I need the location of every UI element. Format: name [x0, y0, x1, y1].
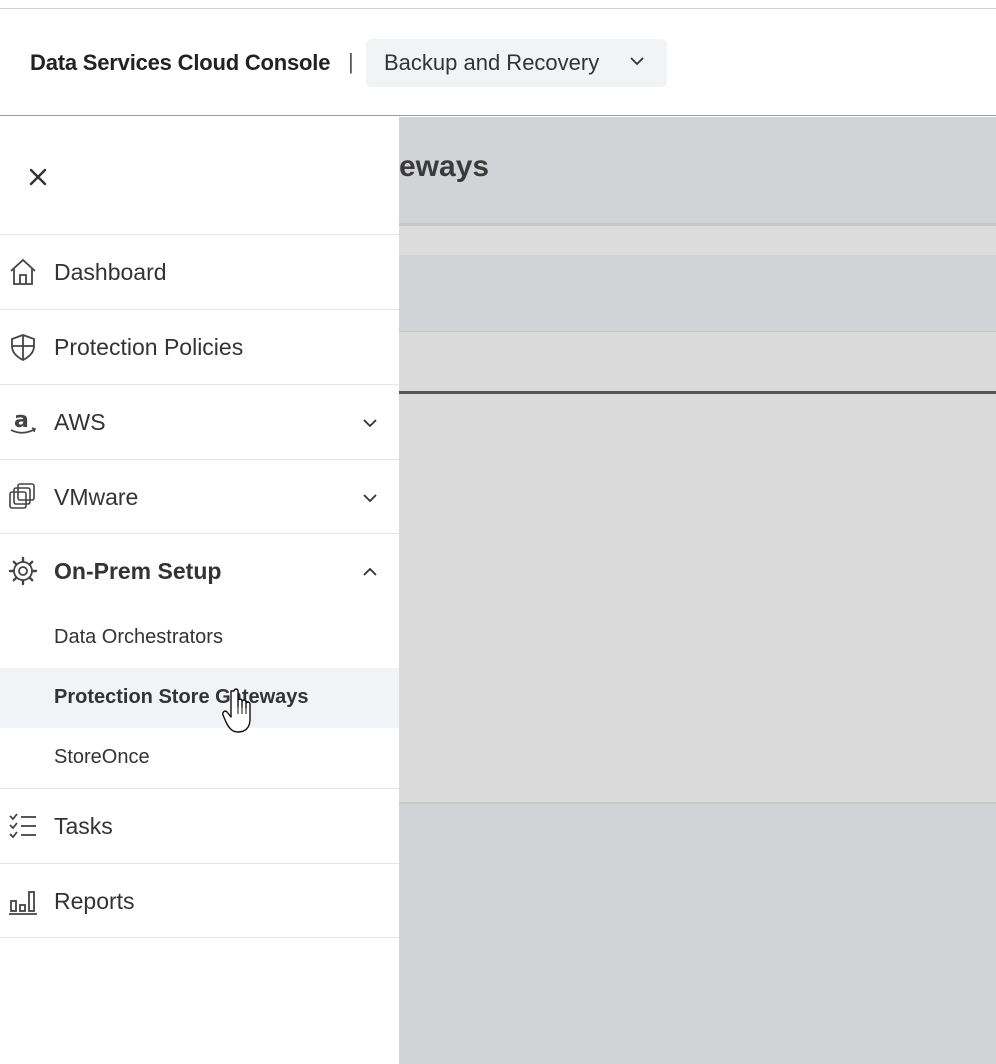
sidebar-item-label: VMware [54, 484, 139, 510]
tasks-icon [9, 813, 36, 839]
sidebar-item-dashboard[interactable]: Dashboard [0, 234, 399, 309]
sidebar-item-label: Tasks [54, 813, 113, 839]
sidebar-item-on-prem-setup[interactable]: On-Prem Setup [0, 533, 399, 608]
sidebar-item-protection-policies[interactable]: Protection Policies [0, 309, 399, 384]
sidebar-item-label: Protection Policies [54, 334, 244, 360]
reports-icon [9, 891, 37, 915]
sidebar-item-reports[interactable]: Reports [0, 863, 399, 937]
sidebar-item-label: Dashboard [54, 259, 167, 285]
chevron-up-icon [363, 567, 377, 576]
sidebar-item-label: On-Prem Setup [54, 558, 222, 584]
page-title: eways [399, 150, 490, 183]
home-icon [10, 258, 36, 285]
sidebar-subitem-label: Data Orchestrators [54, 626, 223, 648]
page-band [399, 226, 996, 255]
chevron-down-icon [630, 57, 644, 66]
sidebar-subitem-protection-store-gateways[interactable]: Protection Store Gateways [0, 668, 399, 728]
brand-title[interactable]: Data Services Cloud Console [30, 50, 330, 76]
sidebar-item-label: Reports [54, 888, 135, 914]
app-selector-dropdown[interactable]: Backup and Recovery [366, 39, 667, 87]
sidebar-item-tasks[interactable]: Tasks [0, 788, 399, 863]
sidebar-subitem-label: StoreOnce [54, 746, 150, 768]
sidebar-subitem-data-orchestrators[interactable]: Data Orchestrators [0, 608, 399, 668]
sidebar-divider [0, 937, 399, 938]
shield-icon [11, 334, 35, 362]
chevron-down-icon [363, 494, 377, 503]
gear-icon [8, 556, 38, 586]
brand-separator: | [348, 49, 354, 74]
vmware-icon [9, 483, 35, 509]
content-panel [399, 394, 996, 804]
sidebar-subitem-storeonce[interactable]: StoreOnce [0, 728, 399, 788]
svg-text:a: a [14, 408, 29, 433]
amazon-icon: a [10, 408, 36, 434]
sidebar-item-vmware[interactable]: VMware [0, 459, 399, 533]
close-icon[interactable] [22, 161, 54, 193]
page-band [399, 255, 996, 330]
sidebar-subitem-label: Protection Store Gateways [54, 686, 309, 708]
sidebar-item-aws[interactable]: a AWS [0, 384, 399, 459]
app-selector-value: Backup and Recovery [384, 50, 600, 75]
chevron-down-icon [363, 419, 377, 428]
sidebar-nav: Dashboard Protection Policies a AWS VMwa… [0, 117, 399, 1064]
page-band [399, 331, 996, 391]
app-header: Data Services Cloud Console | Backup and… [0, 9, 996, 116]
sidebar-item-label: AWS [54, 409, 106, 435]
